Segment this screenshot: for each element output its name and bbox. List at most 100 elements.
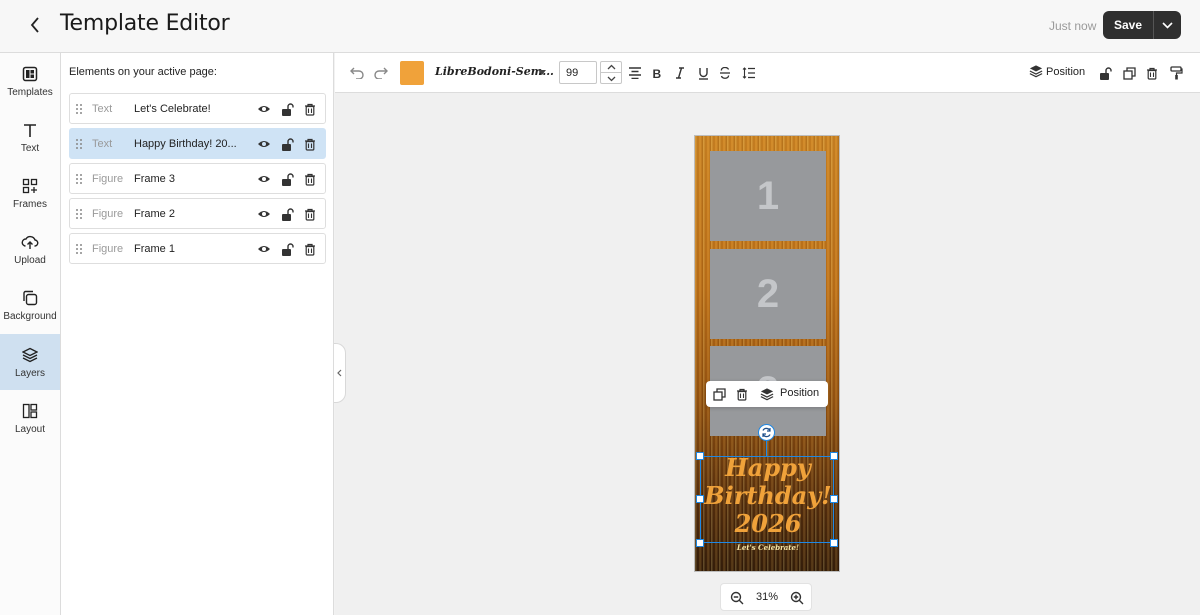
trash-icon bbox=[1147, 67, 1157, 80]
save-options-button[interactable] bbox=[1153, 11, 1181, 39]
drag-handle-icon[interactable] bbox=[75, 173, 83, 185]
visibility-toggle[interactable] bbox=[256, 171, 272, 187]
sidebar-item-label: Layout bbox=[14, 423, 46, 435]
strikethrough-button[interactable] bbox=[715, 63, 735, 83]
visibility-toggle[interactable] bbox=[256, 101, 272, 117]
drag-handle-icon[interactable] bbox=[75, 243, 83, 255]
layer-row[interactable]: Text Let's Celebrate! bbox=[69, 93, 326, 124]
drag-handle-icon[interactable] bbox=[75, 208, 83, 220]
decrease-size-button[interactable] bbox=[601, 73, 621, 84]
layer-row[interactable]: Figure Frame 3 bbox=[69, 163, 326, 194]
birthday-line: Birthday! bbox=[704, 481, 832, 510]
frame-1[interactable]: 1 bbox=[710, 151, 826, 241]
sidebar-item-background[interactable]: Background bbox=[0, 277, 60, 333]
sidebar-item-label: Text bbox=[20, 142, 40, 154]
sidebar-item-layout[interactable]: Layout bbox=[0, 390, 60, 446]
element-position-label: Position bbox=[780, 387, 820, 399]
redo-button[interactable] bbox=[371, 63, 391, 83]
resize-handle-top-right[interactable] bbox=[830, 452, 838, 460]
unlock-icon bbox=[1099, 66, 1112, 80]
save-button[interactable]: Save bbox=[1103, 11, 1153, 39]
font-family-select[interactable]: LibreBodoni-Sem... bbox=[435, 65, 554, 83]
layout-icon bbox=[21, 402, 39, 420]
delete-layer-button[interactable] bbox=[302, 101, 318, 117]
delete-button[interactable] bbox=[1142, 63, 1162, 83]
visibility-toggle[interactable] bbox=[256, 136, 272, 152]
trash-icon bbox=[305, 243, 315, 256]
delete-layer-button[interactable] bbox=[302, 206, 318, 222]
caret-down-icon bbox=[538, 70, 546, 75]
rotate-icon bbox=[762, 427, 771, 438]
layer-type: Text bbox=[92, 138, 113, 150]
duplicate-button[interactable] bbox=[1119, 63, 1139, 83]
resize-handle-bottom-right[interactable] bbox=[830, 539, 838, 547]
layer-type: Figure bbox=[92, 208, 124, 220]
design-page[interactable]: 1 2 3 Happy Birthday! 2026 Let's Celebra… bbox=[694, 135, 840, 572]
delete-layer-button[interactable] bbox=[302, 136, 318, 152]
rotate-handle[interactable] bbox=[758, 424, 775, 441]
birthday-text[interactable]: Happy Birthday! 2026 bbox=[695, 453, 839, 538]
lock-toggle[interactable] bbox=[279, 136, 295, 152]
resize-handle-middle-left[interactable] bbox=[696, 495, 704, 503]
text-icon bbox=[21, 121, 39, 139]
layer-name: Frame 2 bbox=[134, 208, 175, 220]
sidebar-item-frames[interactable]: Frames bbox=[0, 165, 60, 221]
celebrate-text[interactable]: Let's Celebrate! bbox=[695, 543, 839, 552]
lock-toggle[interactable] bbox=[279, 101, 295, 117]
align-center-icon bbox=[629, 67, 641, 79]
panel-title: Elements on your active page: bbox=[69, 66, 217, 78]
layer-row[interactable]: Text Happy Birthday! 20... bbox=[69, 128, 326, 159]
format-painter-button[interactable] bbox=[1166, 63, 1186, 83]
lock-button[interactable] bbox=[1095, 63, 1115, 83]
bold-button[interactable]: B bbox=[647, 63, 667, 83]
visibility-toggle[interactable] bbox=[256, 241, 272, 257]
drag-handle-icon[interactable] bbox=[75, 138, 83, 150]
resize-handle-bottom-left[interactable] bbox=[696, 539, 704, 547]
duplicate-icon bbox=[1122, 66, 1136, 80]
align-center-button[interactable] bbox=[625, 63, 645, 83]
sidebar-item-text[interactable]: Text bbox=[0, 109, 60, 165]
layer-row[interactable]: Figure Frame 2 bbox=[69, 198, 326, 229]
birthday-line: Happy bbox=[725, 453, 811, 482]
page-title: Template Editor bbox=[60, 11, 230, 36]
frame-2[interactable]: 2 bbox=[710, 249, 826, 339]
increase-size-button[interactable] bbox=[601, 62, 621, 73]
sidebar-item-upload[interactable]: Upload bbox=[0, 221, 60, 277]
chevron-up-icon bbox=[607, 64, 615, 70]
sidebar-item-templates[interactable]: Templates bbox=[0, 53, 60, 109]
sidebar-item-layers[interactable]: Layers bbox=[0, 334, 60, 390]
chevron-left-icon bbox=[337, 369, 342, 377]
text-color-swatch[interactable] bbox=[400, 61, 424, 85]
layer-type: Text bbox=[92, 103, 113, 115]
delete-layer-button[interactable] bbox=[302, 241, 318, 257]
delete-layer-button[interactable] bbox=[302, 171, 318, 187]
font-size-input[interactable] bbox=[559, 61, 597, 84]
eye-icon bbox=[258, 141, 270, 147]
underline-button[interactable] bbox=[693, 63, 713, 83]
visibility-toggle[interactable] bbox=[256, 206, 272, 222]
layer-row[interactable]: Figure Frame 1 bbox=[69, 233, 326, 264]
delete-element-button[interactable] bbox=[734, 386, 750, 402]
resize-handle-top-left[interactable] bbox=[696, 452, 704, 460]
zoom-in-button[interactable] bbox=[789, 590, 805, 606]
lock-toggle[interactable] bbox=[279, 241, 295, 257]
unlock-icon bbox=[281, 207, 294, 221]
zoom-out-button[interactable] bbox=[729, 590, 745, 606]
resize-handle-middle-right[interactable] bbox=[830, 495, 838, 503]
background-icon bbox=[21, 289, 39, 307]
line-spacing-button[interactable] bbox=[739, 63, 759, 83]
text-toolbar: LibreBodoni-Sem... B Position bbox=[335, 53, 1200, 93]
duplicate-element-button[interactable] bbox=[711, 386, 727, 402]
element-position-button[interactable]: Position bbox=[760, 385, 826, 403]
collapse-panel-button[interactable] bbox=[334, 343, 346, 403]
italic-button[interactable] bbox=[670, 63, 690, 83]
lock-toggle[interactable] bbox=[279, 171, 295, 187]
back-button[interactable] bbox=[24, 12, 46, 38]
chevron-down-icon bbox=[1162, 21, 1173, 29]
undo-button[interactable] bbox=[347, 63, 367, 83]
trash-icon bbox=[305, 208, 315, 221]
redo-icon bbox=[374, 67, 388, 79]
strikethrough-icon bbox=[720, 67, 730, 79]
drag-handle-icon[interactable] bbox=[75, 103, 83, 115]
lock-toggle[interactable] bbox=[279, 206, 295, 222]
